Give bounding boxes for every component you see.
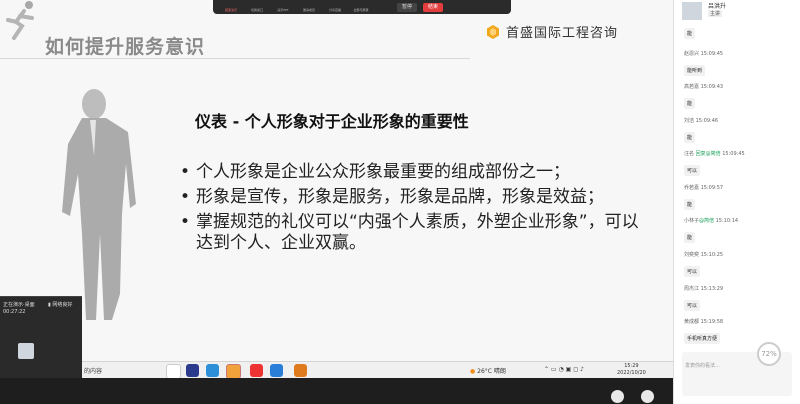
chat-bubble: 能听到	[684, 65, 706, 76]
bullet-item: 掌握规范的礼仪可以“内强个人素质，外塑企业形象”，可以达到个人、企业双赢。	[180, 212, 640, 254]
chat-panel: 吕洪升 主讲 能 赵恩兴 15:09:45 能听到 高若嘉 15:09:43 能…	[673, 0, 800, 404]
present-ppt-tool[interactable]: 演示PPT	[271, 2, 295, 12]
chat-bubble: 能	[684, 199, 696, 210]
meeting-app-icon[interactable]	[226, 364, 241, 379]
presenter-toolbar: 结束演示 切换窗口 演示PPT 邀请成员 分享直播 全部与屏幕 暂停 结束	[213, 0, 511, 14]
app-icon[interactable]	[206, 364, 219, 377]
tray-icons[interactable]: ⌃ ▭ ◔ ▣ ◻ ♪	[544, 366, 584, 373]
chat-message: 小林子@简倍 15:10:14 能	[684, 218, 739, 243]
company-logo: 首盛国际工程咨询	[486, 22, 618, 41]
chat-message: 刘奕奕 15:10:25 可以	[684, 252, 724, 277]
slide-title: 如何提升服务意识	[45, 36, 206, 58]
wps-icon[interactable]	[250, 364, 263, 377]
host-avatar	[682, 2, 702, 20]
invite-members-tool[interactable]: 邀请成员	[297, 2, 321, 12]
chat-message: 刘洁 15:09:46 能	[684, 118, 719, 143]
end-button[interactable]: 结束	[423, 2, 444, 12]
chat-message: 能	[684, 20, 696, 39]
chat-bubble: 能	[684, 98, 696, 109]
system-clock[interactable]: 15:29 2022/10/20	[617, 363, 646, 377]
slide-bullets: 个人形象是企业公众形象最重要的组成部份之一； 形象是宣传，形象是服务，形象是品牌…	[180, 162, 640, 258]
chat-bubble: 可以	[684, 165, 701, 176]
chat-message: 周杰江 15:13:29 可以	[684, 286, 724, 311]
runner-logo-icon	[6, 1, 34, 40]
weather-widget[interactable]: ● 26°C 晴朗	[470, 366, 506, 375]
microphone-button[interactable]	[611, 390, 624, 403]
logo-text: 首盛国际工程咨询	[506, 26, 619, 41]
switch-window-tool[interactable]: 切换窗口	[245, 2, 269, 12]
chat-input-placeholder: 发表你的看法…	[685, 363, 721, 369]
chat-bubble: 能	[684, 132, 696, 143]
camera-button[interactable]	[641, 390, 654, 403]
chat-bubble: 手机听真方便	[684, 333, 721, 344]
presenter-tile[interactable]: 正在演示·桌面 00:27:22 ▮ 网络良好	[0, 296, 82, 383]
share-live-tool[interactable]: 分享直播	[323, 2, 347, 12]
chat-message: 乔若嘉 15:09:57 能	[684, 185, 724, 210]
chat-bubble: 可以	[684, 300, 701, 311]
presentation-slide: 如何提升服务意识 首盛国际工程咨询 仪表 - 个人形象对于企业形象的重要性 个人…	[0, 0, 673, 378]
share-duration: 00:27:22	[3, 309, 26, 315]
taskbar: 的内容 ● 26°C 晴朗 ⌃ ▭ ◔ ▣ ◻ ♪ 15:29 2022/10/…	[82, 361, 673, 379]
media-app-icon[interactable]	[294, 364, 307, 377]
title-divider	[0, 58, 470, 59]
chat-message: 高若嘉 15:09:43 能	[684, 84, 724, 109]
chat-bubble: 能	[684, 232, 696, 243]
signal-icon: ▮	[48, 302, 51, 308]
chat-bubble: 可以	[684, 266, 701, 277]
end-presentation-tool[interactable]: 结束演示	[219, 2, 243, 12]
chat-message: 黄成都 15:19:58 手机听真方便	[684, 319, 724, 344]
photoshop-icon[interactable]	[186, 364, 199, 377]
sharing-status: 正在演示·桌面	[3, 302, 35, 308]
host-name: 吕洪升	[708, 3, 727, 10]
bullet-item: 形象是宣传，形象是服务，形象是品牌，形象是效益；	[180, 187, 640, 208]
bullet-item: 个人形象是企业公众形象最重要的组成部份之一；	[180, 162, 640, 183]
avatar	[18, 343, 34, 359]
hexagon-logo-icon	[487, 24, 499, 39]
chat-bubble: 能	[684, 28, 696, 39]
pause-button[interactable]: 暂停	[397, 2, 418, 12]
slide-heading: 仪表 - 个人形象对于企业形象的重要性	[195, 112, 469, 131]
host-badge: 主讲	[708, 10, 723, 17]
app-icon[interactable]	[270, 364, 283, 377]
sun-icon: ●	[470, 368, 476, 375]
bottom-control-bar	[0, 378, 673, 404]
network-status: ▮ 网络良好	[48, 302, 73, 308]
chrome-icon[interactable]	[166, 364, 181, 379]
businessman-silhouette-icon	[62, 89, 136, 320]
progress-indicator: 72%	[757, 342, 781, 366]
chat-message: 赵恩兴 15:09:45 能听到	[684, 51, 724, 76]
screen-tool[interactable]: 全部与屏幕	[349, 2, 373, 12]
taskbar-search[interactable]: 的内容	[84, 366, 102, 375]
chat-message: 汪名 回复@简倍 15:09:45 可以	[684, 151, 745, 176]
